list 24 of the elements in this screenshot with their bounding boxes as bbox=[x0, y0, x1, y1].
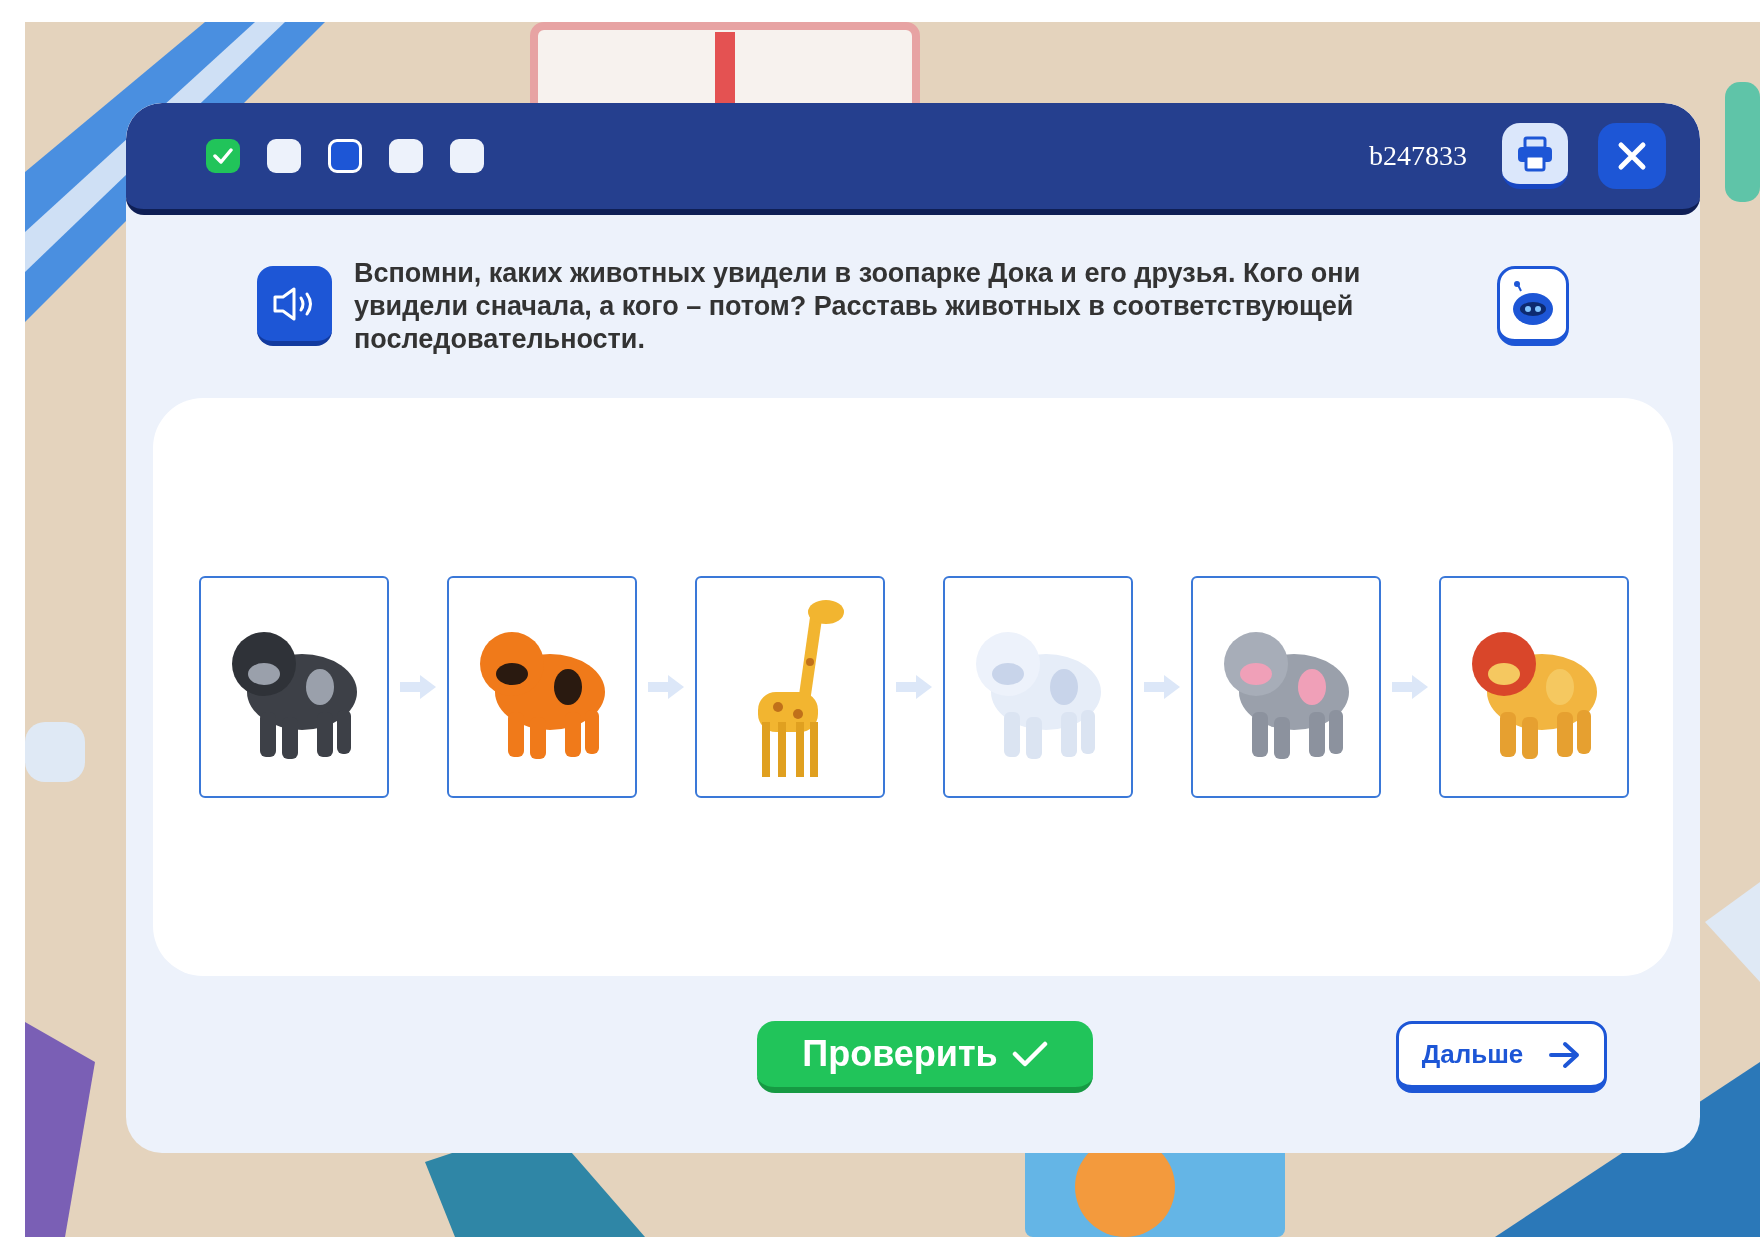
arrow-icon bbox=[1390, 673, 1430, 701]
arrow-icon bbox=[1142, 673, 1182, 701]
speaker-button[interactable] bbox=[257, 266, 332, 346]
next-button[interactable]: Дальше bbox=[1396, 1021, 1607, 1093]
progress-step[interactable] bbox=[206, 139, 240, 173]
print-button[interactable] bbox=[1502, 123, 1568, 189]
robot-button[interactable] bbox=[1497, 266, 1569, 346]
check-icon bbox=[1011, 1040, 1048, 1068]
progress-step[interactable] bbox=[389, 139, 423, 173]
progress-step[interactable] bbox=[267, 139, 301, 173]
check-icon bbox=[213, 148, 233, 164]
arrow-icon bbox=[398, 673, 438, 701]
robot-icon bbox=[1511, 281, 1555, 327]
arrow-icon bbox=[894, 673, 934, 701]
print-icon bbox=[1516, 135, 1554, 172]
arrow-icon bbox=[646, 673, 686, 701]
close-button[interactable] bbox=[1598, 123, 1666, 189]
arrow-right-icon bbox=[1549, 1040, 1582, 1069]
progress-step[interactable] bbox=[450, 139, 484, 173]
task-code: b247833 bbox=[1369, 139, 1467, 173]
eraser-drawing bbox=[25, 722, 85, 782]
progress-step[interactable] bbox=[328, 139, 362, 173]
close-icon bbox=[1617, 141, 1647, 171]
instruction-text: Вспомни, каких животных увидели в зоопарке Дока и его друзья. Кого они увидели сначала, а кого – потом? Расставь животных в соответствующей последовательности. bbox=[354, 256, 1362, 356]
